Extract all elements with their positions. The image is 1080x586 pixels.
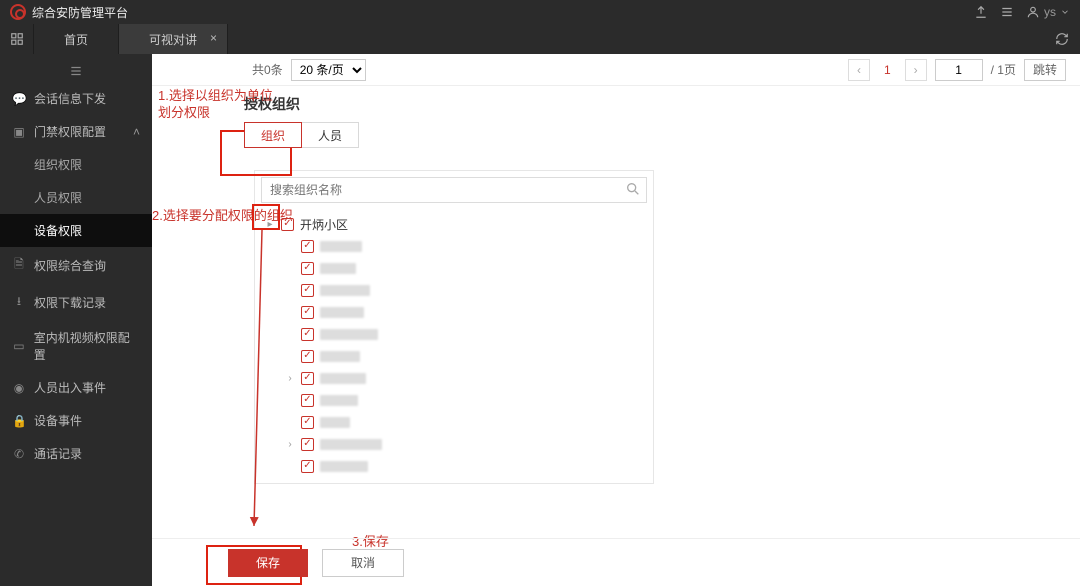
checkbox[interactable] [301, 284, 314, 297]
section-title: 授权组织 [244, 94, 1064, 114]
sidebar-item-label: 通话记录 [34, 445, 82, 462]
tab-video-intercom[interactable]: 可视对讲 × [119, 24, 228, 54]
list-icon[interactable] [1000, 5, 1014, 19]
tree-node[interactable] [261, 323, 647, 345]
app-launcher-icon[interactable] [0, 24, 34, 54]
checkbox[interactable] [301, 240, 314, 253]
search-input[interactable] [261, 177, 647, 203]
sidebar-sub-person[interactable]: 人员权限 [0, 181, 152, 214]
checkbox[interactable] [281, 218, 294, 231]
refresh-icon[interactable] [1044, 24, 1080, 54]
tab-home[interactable]: 首页 [34, 24, 119, 54]
app-logo-icon [10, 4, 26, 20]
current-page: 1 [878, 63, 897, 77]
user-name: ys [1044, 5, 1056, 19]
tree-node[interactable] [261, 279, 647, 301]
checkbox[interactable] [301, 350, 314, 363]
chevron-up-icon: ˄ [133, 125, 140, 139]
tree-node[interactable] [261, 235, 647, 257]
tree-node[interactable] [261, 389, 647, 411]
pagination-bar: 共0条 20 条/页 ‹ 1 › / 1页 跳转 [152, 54, 1080, 86]
sidebar-item-access[interactable]: ▣ 门禁权限配置 ˄ [0, 115, 152, 148]
sidebar-sub-device[interactable]: 设备权限 [0, 214, 152, 247]
tab-home-label: 首页 [64, 31, 88, 48]
person-icon: ◉ [12, 381, 26, 395]
tree-node[interactable]: › [261, 367, 647, 389]
tree-node[interactable] [261, 257, 647, 279]
footer-bar: 保存 取消 [152, 538, 1080, 586]
seg-person[interactable]: 人员 [301, 122, 359, 148]
page-input[interactable] [935, 59, 983, 81]
checkbox[interactable] [301, 262, 314, 275]
sidebar-item-indoor[interactable]: ▭ 室内机视频权限配置 [0, 321, 152, 371]
close-icon[interactable]: × [210, 31, 217, 45]
user-menu[interactable]: ys [1026, 5, 1070, 19]
sidebar-item-call[interactable]: ✆ 通话记录 [0, 437, 152, 470]
org-tree: ▸ 开炳小区 › › [261, 213, 647, 477]
total-count: 共0条 [252, 61, 283, 78]
next-page-button[interactable]: › [905, 59, 927, 81]
main-content: 共0条 20 条/页 ‹ 1 › / 1页 跳转 1.选择以组织为单位划分权限 … [152, 54, 1080, 586]
phone-icon: ✆ [12, 447, 26, 461]
sidebar-item-label: 门禁权限配置 [34, 123, 106, 140]
door-icon: ▣ [12, 125, 26, 139]
sidebar-item-label: 人员出入事件 [34, 379, 106, 396]
sidebar-sub-org[interactable]: 组织权限 [0, 148, 152, 181]
title-bar: 综合安防管理平台 ys [0, 0, 1080, 24]
export-icon[interactable] [974, 5, 988, 19]
sidebar-item-label: 会话信息下发 [34, 90, 106, 107]
tree-node[interactable] [261, 455, 647, 477]
sidebar-item-query[interactable]: 🗎 权限综合查询 [0, 247, 152, 284]
tree-root[interactable]: ▸ 开炳小区 [261, 213, 647, 235]
chevron-right-icon[interactable]: › [285, 373, 295, 384]
jump-button[interactable]: 跳转 [1024, 59, 1066, 81]
save-button[interactable]: 保存 [228, 549, 308, 577]
sidebar-item-label: 设备事件 [34, 412, 82, 429]
total-pages: / 1页 [991, 61, 1016, 78]
collapse-sidebar-icon[interactable] [0, 60, 152, 82]
tree-node[interactable] [261, 301, 647, 323]
tree-node[interactable]: › [261, 433, 647, 455]
tab-strip: 首页 可视对讲 × [0, 24, 1080, 54]
checkbox[interactable] [301, 306, 314, 319]
checkbox[interactable] [301, 394, 314, 407]
monitor-icon: ▭ [12, 339, 26, 353]
sidebar-item-download[interactable]: ⭳ 权限下载记录 [0, 284, 152, 321]
cancel-button[interactable]: 取消 [322, 549, 404, 577]
tab-video-label: 可视对讲 [149, 31, 197, 48]
app-title: 综合安防管理平台 [32, 4, 128, 21]
tree-root-label: 开炳小区 [300, 216, 348, 233]
sidebar-item-session[interactable]: 💬 会话信息下发 [0, 82, 152, 115]
sidebar-item-label: 权限综合查询 [34, 257, 106, 274]
seg-org[interactable]: 组织 [244, 122, 302, 148]
lock-icon: 🔒 [12, 414, 26, 428]
tree-node[interactable] [261, 345, 647, 367]
sidebar-item-devevt[interactable]: 🔒 设备事件 [0, 404, 152, 437]
chevron-right-icon[interactable]: ▸ [265, 219, 275, 230]
checkbox[interactable] [301, 328, 314, 341]
prev-page-button[interactable]: ‹ [848, 59, 870, 81]
checkbox[interactable] [301, 372, 314, 385]
download-icon: ⭳ [12, 292, 26, 313]
sidebar-item-label: 权限下载记录 [34, 294, 106, 311]
search-doc-icon: 🗎 [12, 255, 26, 276]
tree-node[interactable] [261, 411, 647, 433]
search-icon[interactable] [625, 181, 641, 200]
sidebar-item-event[interactable]: ◉ 人员出入事件 [0, 371, 152, 404]
sidebar-item-label: 室内机视频权限配置 [34, 329, 140, 363]
chat-icon: 💬 [12, 92, 26, 106]
page-size-select[interactable]: 20 条/页 [291, 59, 366, 81]
org-selector-box: ▸ 开炳小区 › › [254, 170, 654, 484]
checkbox[interactable] [301, 460, 314, 473]
checkbox[interactable] [301, 416, 314, 429]
chevron-right-icon[interactable]: › [285, 439, 295, 450]
checkbox[interactable] [301, 438, 314, 451]
sidebar: 💬 会话信息下发 ▣ 门禁权限配置 ˄ 组织权限 人员权限 设备权限 🗎 权限综… [0, 54, 152, 586]
